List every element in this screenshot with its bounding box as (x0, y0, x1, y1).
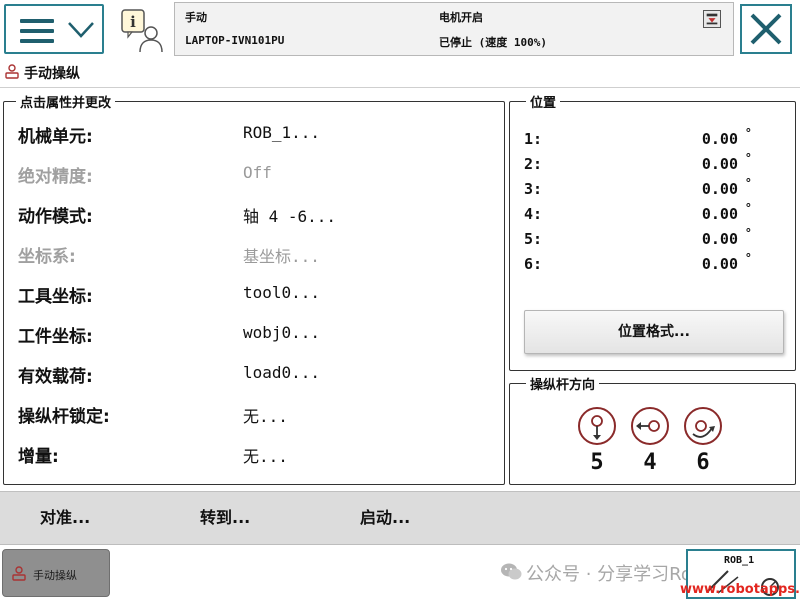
joystick-vertical-icon (578, 407, 616, 445)
position-row-axis-4: 4: 0.00 ° (524, 201, 764, 230)
axis-value: 0.00 (701, 230, 738, 248)
axis-label: 2: (524, 155, 543, 173)
axis-value: 0.00 (701, 205, 738, 223)
degree-unit: ° (744, 176, 752, 190)
close-button[interactable] (740, 4, 792, 54)
status-bar: 手动 LAPTOP-IVN101PU 电机开启 已停止 (速度 100%) (174, 2, 734, 56)
position-row-axis-2: 2: 0.00 ° (524, 151, 764, 180)
joystick-horizontal-icon (631, 407, 669, 445)
view-title-bar: 手动操纵 (0, 58, 800, 88)
axis-label: 1: (524, 130, 543, 148)
website-watermark: www.robotapps.cn (680, 582, 800, 597)
position-row-axis-5: 5: 0.00 ° (524, 226, 764, 255)
jogging-icon (12, 566, 26, 581)
property-increment[interactable]: 增量: 无... (18, 438, 488, 468)
hamburger-icon (20, 19, 54, 43)
property-label: 机械单元: (18, 127, 93, 147)
axis-label: 4: (524, 205, 543, 223)
property-work-object[interactable]: 工件坐标: wobj0... (18, 318, 488, 348)
property-label: 增量: (18, 447, 59, 467)
event-log-info-icon[interactable]: i (118, 6, 166, 54)
joystick-axis-number: 4 (643, 450, 657, 475)
property-mechanical-unit[interactable]: 机械单元: ROB_1... (18, 118, 488, 148)
property-value: 无... (243, 447, 288, 466)
property-label: 有效载荷: (18, 367, 93, 387)
joystick-legend: 操纵杆方向 (526, 374, 600, 393)
property-value: load0... (243, 363, 321, 382)
properties-legend: 点击属性并更改 (16, 92, 116, 111)
page-title: 手动操纵 (24, 66, 80, 82)
align-button[interactable]: 对准... (40, 492, 190, 546)
position-group: 位置 1: 0.00 ° 2: 0.00 ° 3: 0.00 ° 4: 0.00… (509, 92, 796, 371)
svg-text:i: i (130, 13, 136, 31)
joystick-rotate-icon (684, 407, 722, 445)
degree-unit: ° (744, 251, 752, 265)
jogging-icon (5, 64, 19, 79)
enable-button[interactable]: 启动... (360, 492, 510, 546)
program-state: 已停止 (速度 100%) (439, 36, 547, 49)
axis-label: 3: (524, 180, 543, 198)
close-icon (750, 13, 782, 45)
property-value: wobj0... (243, 323, 321, 342)
operating-mode: 手动 (185, 11, 207, 24)
taskbar-item-jogging[interactable]: 手动操纵 (2, 549, 110, 597)
position-row-axis-1: 1: 0.00 ° (524, 126, 764, 155)
degree-unit: ° (744, 151, 752, 165)
property-value: 轴 4 -6... (243, 207, 337, 226)
joystick-axis-number: 6 (696, 450, 710, 475)
quickset-label: ROB_1 (724, 555, 755, 566)
position-row-axis-3: 3: 0.00 ° (524, 176, 764, 205)
property-value: tool0... (243, 283, 321, 302)
property-payload[interactable]: 有效载荷: load0... (18, 358, 488, 388)
axis-value: 0.00 (701, 130, 738, 148)
position-format-button[interactable]: 位置格式... (524, 310, 784, 354)
joystick-direction-group: 操纵杆方向 5 4 6 (509, 374, 796, 485)
joystick-axis-number: 5 (590, 450, 604, 475)
property-tool[interactable]: 工具坐标: tool0... (18, 278, 488, 308)
motor-state: 电机开启 (439, 11, 483, 24)
property-label: 工件坐标: (18, 327, 93, 347)
wechat-icon (501, 563, 522, 580)
property-label: 工具坐标: (18, 287, 93, 307)
property-label: 绝对精度: (18, 167, 93, 187)
axis-value: 0.00 (701, 180, 738, 198)
property-value: 基坐标... (243, 247, 320, 266)
goto-button[interactable]: 转到... (200, 492, 350, 546)
property-value: ROB_1... (243, 123, 321, 142)
property-value: Off (243, 163, 272, 182)
degree-unit: ° (744, 126, 752, 140)
degree-unit: ° (744, 226, 752, 240)
program-status-icon (703, 10, 721, 28)
chevron-down-icon (68, 22, 94, 38)
abb-menu-button[interactable] (4, 4, 104, 54)
axis-value: 0.00 (701, 155, 738, 173)
property-motion-mode[interactable]: 动作模式: 轴 4 -6... (18, 198, 488, 228)
property-label: 动作模式: (18, 207, 93, 227)
property-label: 操纵杆锁定: (18, 407, 110, 427)
position-legend: 位置 (526, 92, 561, 111)
axis-label: 6: (524, 255, 543, 273)
command-bar: 对准... 转到... 启动... (0, 491, 800, 545)
degree-unit: ° (744, 201, 752, 215)
property-label: 坐标系: (18, 247, 76, 267)
property-value: 无... (243, 407, 288, 426)
position-row-axis-6: 6: 0.00 ° (524, 251, 764, 280)
property-joystick-lock[interactable]: 操纵杆锁定: 无... (18, 398, 488, 428)
properties-group: 点击属性并更改 机械单元: ROB_1... 绝对精度: Off 动作模式: 轴… (3, 92, 505, 485)
system-name: LAPTOP-IVN101PU (185, 34, 285, 47)
taskbar-item-label: 手动操纵 (33, 569, 77, 582)
axis-label: 5: (524, 230, 543, 248)
property-coordinate-system: 坐标系: 基坐标... (18, 238, 488, 268)
taskbar: 手动操纵 公众号 · 分享学习Robot ROB_1 www.robotapps… (0, 545, 800, 602)
top-bar: i 手动 LAPTOP-IVN101PU 电机开启 已停止 (速度 100%) (0, 0, 800, 58)
axis-value: 0.00 (701, 255, 738, 273)
property-absolute-accuracy: 绝对精度: Off (18, 158, 488, 188)
